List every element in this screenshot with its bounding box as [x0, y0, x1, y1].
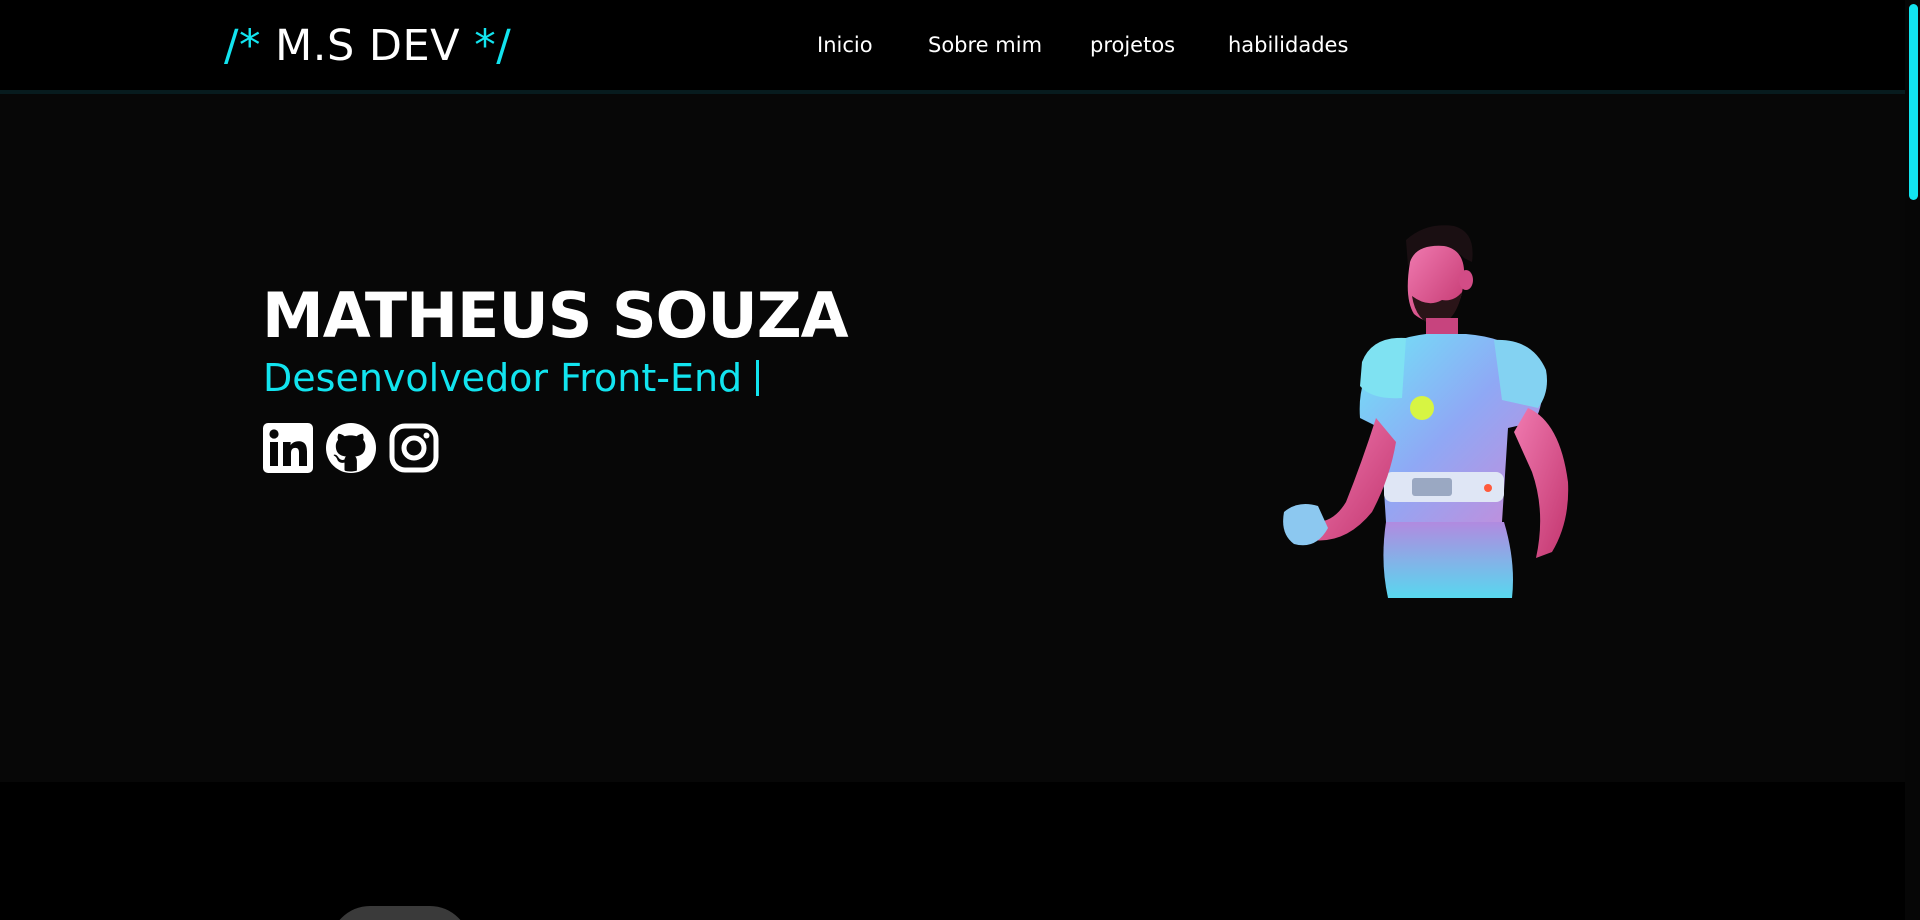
nav-item-inicio[interactable]: Inicio — [817, 30, 873, 60]
github-icon — [326, 423, 376, 473]
hero-role: Desenvolvedor Front-End — [263, 354, 760, 402]
page-scrollbar[interactable] — [1905, 0, 1920, 920]
github-link[interactable] — [325, 422, 377, 474]
hero-section: MATHEUS SOUZA Desenvolvedor Front-End — [0, 94, 1905, 782]
site-header: /* M.S DEV */ Inicio Sobre mim projetos … — [0, 0, 1905, 94]
logo-comment-open: /* — [224, 21, 261, 71]
instagram-icon — [389, 423, 439, 473]
logo-comment-close: */ — [474, 21, 512, 71]
hero-role-text: Desenvolvedor Front-End — [263, 356, 743, 400]
logo-text: M.S DEV — [275, 21, 461, 71]
linkedin-link[interactable] — [262, 422, 314, 474]
next-section — [0, 782, 1905, 920]
nav-item-projetos[interactable]: projetos — [1090, 30, 1175, 60]
nav-item-habilidades[interactable]: habilidades — [1228, 30, 1348, 60]
site-logo[interactable]: /* M.S DEV */ — [224, 18, 511, 74]
instagram-link[interactable] — [388, 422, 440, 474]
page: /* M.S DEV */ Inicio Sobre mim projetos … — [0, 0, 1905, 920]
hero-avatar-illustration — [1283, 225, 1569, 598]
nav-item-sobre-mim[interactable]: Sobre mim — [928, 30, 1042, 60]
scrollbar-thumb[interactable] — [1909, 4, 1918, 200]
typing-cursor — [756, 360, 760, 396]
hero-name: MATHEUS SOUZA — [262, 279, 849, 352]
linkedin-icon — [263, 423, 313, 473]
